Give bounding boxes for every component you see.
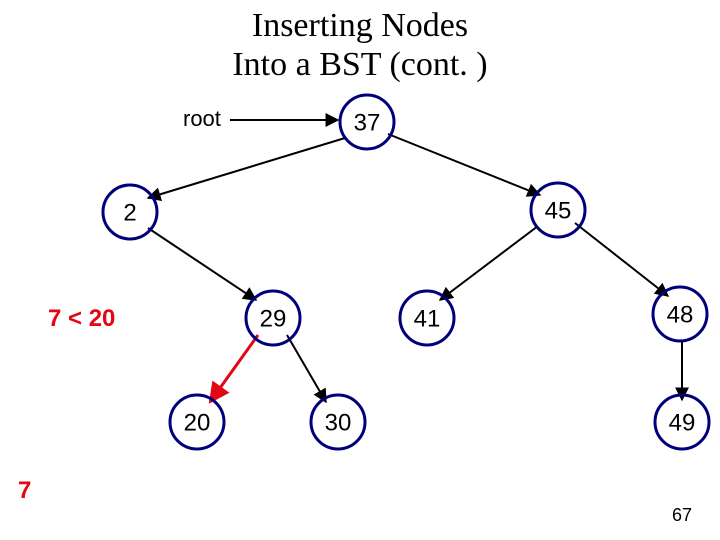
insert-value-annotation: 7	[18, 477, 31, 504]
edge-45-41	[440, 226, 538, 300]
node-29-label: 29	[260, 305, 287, 332]
edge-29-20-highlight	[210, 335, 258, 402]
edge-2-29	[148, 228, 256, 300]
edge-37-2	[148, 138, 345, 198]
edge-45-48	[575, 223, 668, 296]
slide: Inserting Nodes Into a BST (cont. ) root	[0, 0, 720, 540]
node-37-label: 37	[354, 109, 381, 136]
comparison-annotation: 7 < 20	[48, 305, 115, 332]
node-49-label: 49	[669, 409, 696, 436]
node-45-label: 45	[545, 197, 572, 224]
node-48-label: 48	[667, 301, 694, 328]
node-41-label: 41	[414, 305, 441, 332]
page-number: 67	[672, 505, 692, 526]
node-30-label: 30	[325, 409, 352, 436]
edge-29-30	[287, 335, 326, 402]
tree-diagram: root 37 2 45 29 41 48 20	[0, 0, 720, 540]
edge-37-45	[388, 134, 540, 195]
node-2-label: 2	[123, 199, 136, 226]
node-20-label: 20	[184, 409, 211, 436]
root-label: root	[183, 106, 221, 131]
